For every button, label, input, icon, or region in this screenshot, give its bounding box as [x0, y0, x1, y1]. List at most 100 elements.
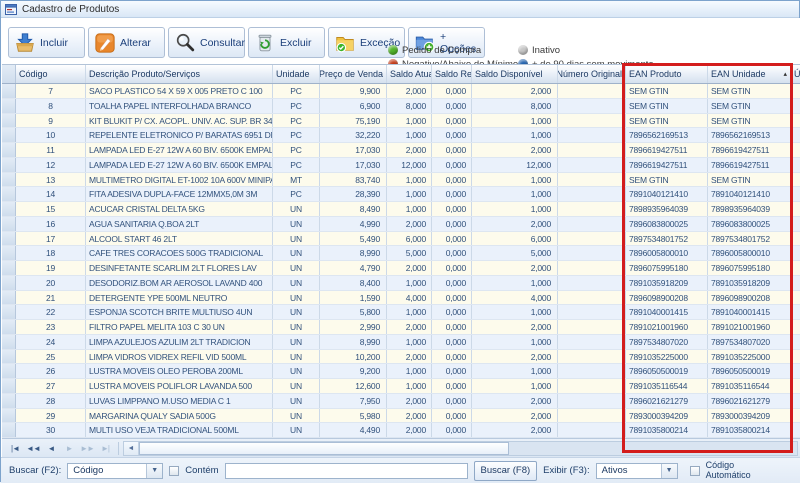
row-selector[interactable]	[2, 409, 16, 423]
row-selector[interactable]	[2, 173, 16, 187]
search-bar: Buscar (F2): Código ▼ Contém Buscar (F8)…	[1, 457, 800, 483]
table-row[interactable]: 30MULTI USO VEJA TRADICIONAL 500MLUN4,49…	[2, 423, 800, 438]
row-selector[interactable]	[2, 335, 16, 349]
row-selector[interactable]	[2, 291, 16, 305]
alterar-button[interactable]: Alterar	[88, 27, 165, 58]
table-row[interactable]: 13MULTIMETRO DIGITAL ET-1002 10A 600V MI…	[2, 173, 800, 188]
table-row[interactable]: 24LIMPA AZULEJOS AZULIM 2LT TRADICIONUN8…	[2, 335, 800, 350]
column-header-saldo_reserva[interactable]: Saldo Reserva	[432, 65, 472, 83]
row-selector[interactable]	[2, 217, 16, 231]
row-selector[interactable]	[2, 143, 16, 157]
cell-ean_unidade: 7896075995180	[708, 261, 791, 275]
row-selector[interactable]	[2, 84, 16, 98]
row-selector[interactable]	[2, 423, 16, 437]
table-row[interactable]: 22ESPONJA SCOTCH BRITE MULTIUSO 4UNUN5,8…	[2, 305, 800, 320]
chevron-down-icon[interactable]: ▼	[661, 464, 677, 478]
pager-next-page-button[interactable]: ►►	[78, 441, 96, 456]
column-header-saldo_disponivel[interactable]: Saldo Disponível	[472, 65, 558, 83]
consultar-button[interactable]: Consultar	[168, 27, 245, 58]
cell-saldo_atual: 1,000	[387, 305, 432, 319]
table-row[interactable]: 21DETERGENTE YPE 500ML NEUTROUN1,5904,00…	[2, 291, 800, 306]
row-selector[interactable]	[2, 379, 16, 393]
table-row[interactable]: 8TOALHA PAPEL INTERFOLHADA BRANCOPC6,900…	[2, 99, 800, 114]
exibir-combobox[interactable]: Ativos ▼	[596, 463, 678, 479]
table-row[interactable]: 12LAMPADA LED E-27 12W A 60 BIV. 6500K E…	[2, 158, 800, 173]
row-selector[interactable]	[2, 364, 16, 378]
cell-ean_produto: 7896050500019	[626, 364, 708, 378]
row-selector[interactable]	[2, 276, 16, 290]
table-row[interactable]: 27LUSTRA MOVEIS POLIFLOR LAVANDA 500UN12…	[2, 379, 800, 394]
table-row[interactable]: 17ALCOOL START 46 2LTUN5,4906,0000,0006,…	[2, 232, 800, 247]
pager-prior-button[interactable]: ◄	[42, 441, 60, 456]
table-row[interactable]: 19DESINFETANTE SCARLIM 2LT FLORES LAVUN4…	[2, 261, 800, 276]
table-row[interactable]: 11LAMPADA LED E-27 12W A 60 BIV. 6500K E…	[2, 143, 800, 158]
cell-unidade: PC	[273, 114, 320, 128]
table-row[interactable]: 23FILTRO PAPEL MELITA 103 C 30 UNUN2,990…	[2, 320, 800, 335]
cell-partial	[791, 173, 800, 187]
row-selector[interactable]	[2, 246, 16, 260]
table-row[interactable]: 14FITA ADESIVA DUPLA-FACE 12MMX5,0M 3MPC…	[2, 187, 800, 202]
horizontal-scrollbar[interactable]: ◄	[123, 441, 798, 456]
select-all-corner[interactable]	[2, 65, 16, 83]
search-input[interactable]	[225, 463, 468, 479]
cell-saldo_disponivel: 12,000	[472, 158, 558, 172]
table-row[interactable]: 29MARGARINA QUALY SADIA 500GUN5,9802,000…	[2, 409, 800, 424]
row-selector[interactable]	[2, 114, 16, 128]
cell-saldo_atual: 2,000	[387, 409, 432, 423]
cell-saldo_atual: 6,000	[387, 232, 432, 246]
column-header-codigo[interactable]: Código	[16, 65, 86, 83]
row-selector[interactable]	[2, 320, 16, 334]
table-row[interactable]: 7SACO PLASTICO 54 X 59 X 005 PRETO C 100…	[2, 84, 800, 99]
row-selector[interactable]	[2, 394, 16, 408]
incluir-button[interactable]: Incluir	[8, 27, 85, 58]
cell-saldo_reserva: 0,000	[432, 423, 472, 437]
column-header-ean_unidade[interactable]: EAN Unidade▴	[708, 65, 791, 83]
cell-descricao: DETERGENTE YPE 500ML NEUTRO	[86, 291, 273, 305]
row-selector[interactable]	[2, 261, 16, 275]
cell-saldo_reserva: 0,000	[432, 158, 472, 172]
cell-saldo_reserva: 0,000	[432, 350, 472, 364]
scroll-left-arrow[interactable]: ◄	[124, 442, 139, 455]
table-row[interactable]: 28LUVAS LIMPPANO M.USO MEDIA C 1UN7,9502…	[2, 394, 800, 409]
cell-ean_unidade: 7896005800010	[708, 246, 791, 260]
cell-preco: 17,030	[320, 158, 387, 172]
table-row[interactable]: 20DESODORIZ.BOM AR AEROSOL LAVAND 400UN8…	[2, 276, 800, 291]
alterar-label: Alterar	[120, 37, 151, 49]
row-selector[interactable]	[2, 350, 16, 364]
cell-saldo_atual: 12,000	[387, 158, 432, 172]
codigo-automatico-checkbox[interactable]	[690, 466, 700, 476]
column-header-unidade[interactable]: Unidade	[273, 65, 320, 83]
buscar-field-combobox[interactable]: Código ▼	[67, 463, 163, 479]
table-row[interactable]: 16AGUA SANITARIA Q.BOA 2LTUN4,9902,0000,…	[2, 217, 800, 232]
row-selector[interactable]	[2, 99, 16, 113]
column-header-ean_produto[interactable]: EAN Produto	[626, 65, 708, 83]
column-header-descricao[interactable]: Descrição Produto/Serviços	[86, 65, 273, 83]
column-header-numero_original[interactable]: Número Original	[558, 65, 626, 83]
table-row[interactable]: 18CAFE TRES CORACOES 500G TRADICIONALUN8…	[2, 246, 800, 261]
pager-first-button[interactable]: |◄	[6, 441, 24, 456]
contem-checkbox[interactable]	[169, 466, 179, 476]
cell-saldo_reserva: 0,000	[432, 335, 472, 349]
table-row[interactable]: 10REPELENTE ELETRONICO P/ BARATAS 6951 D…	[2, 128, 800, 143]
cell-descricao: FITA ADESIVA DUPLA-FACE 12MMX5,0M 3M	[86, 187, 273, 201]
row-selector[interactable]	[2, 305, 16, 319]
table-row[interactable]: 9KIT BLUKIT P/ CX. ACOPL. UNIV. AC. SUP.…	[2, 114, 800, 129]
table-row[interactable]: 26LUSTRA MOVEIS OLEO PEROBA 200MLUN9,200…	[2, 364, 800, 379]
column-header-saldo_atual[interactable]: Saldo Atual	[387, 65, 432, 83]
table-row[interactable]: 15ACUCAR CRISTAL DELTA 5KGUN8,4901,0000,…	[2, 202, 800, 217]
row-selector[interactable]	[2, 128, 16, 142]
pager-prior-page-button[interactable]: ◄◄	[24, 441, 42, 456]
cell-numero_original	[558, 187, 626, 201]
column-header-preco[interactable]: Preço de Venda	[320, 65, 387, 83]
pager-last-button[interactable]: ►|	[96, 441, 114, 456]
row-selector[interactable]	[2, 158, 16, 172]
row-selector[interactable]	[2, 202, 16, 216]
chevron-down-icon[interactable]: ▼	[146, 464, 162, 478]
row-selector[interactable]	[2, 232, 16, 246]
excluir-button[interactable]: Excluir	[248, 27, 325, 58]
buscar-f8-button[interactable]: Buscar (F8)	[474, 461, 538, 481]
pager-next-button[interactable]: ►	[60, 441, 78, 456]
table-row[interactable]: 25LIMPA VIDROS VIDREX REFIL VID 500MLUN1…	[2, 350, 800, 365]
scrollbar-thumb[interactable]	[139, 442, 509, 455]
row-selector[interactable]	[2, 187, 16, 201]
